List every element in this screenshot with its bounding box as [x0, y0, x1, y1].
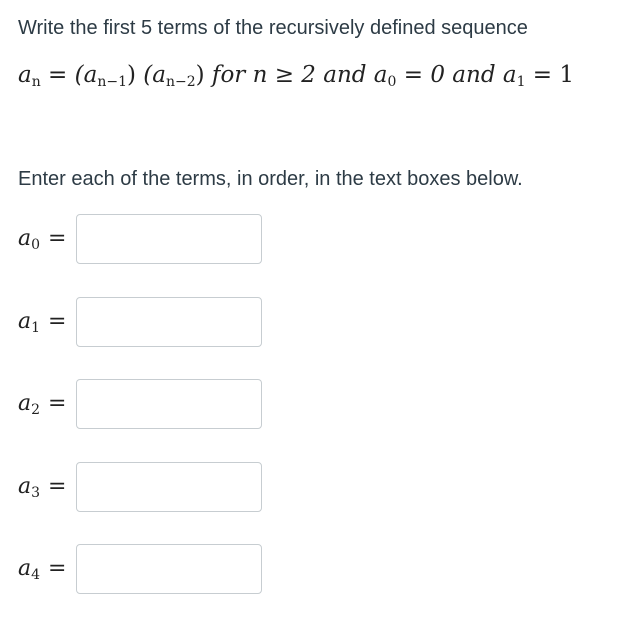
sequence-formula: an = (an−1) (an−2) for n ≥ 2 and a0 = 0 … — [18, 62, 575, 90]
term-a3-input[interactable] — [76, 462, 262, 512]
answer-row-a3: a3 = — [18, 461, 262, 513]
answer-row-a4: a4 = — [18, 543, 262, 595]
answer-row-a2: a2 = — [18, 378, 262, 430]
term-a4-input[interactable] — [76, 544, 262, 594]
term-label: a1 = — [18, 308, 67, 336]
term-a2-input[interactable] — [76, 379, 262, 429]
term-a1-input[interactable] — [76, 297, 262, 347]
instruction-text: Enter each of the terms, in order, in th… — [18, 168, 523, 190]
term-a0-input[interactable] — [76, 214, 262, 264]
answer-row-a1: a1 = — [18, 296, 262, 348]
question-title: Write the first 5 terms of the recursive… — [18, 17, 528, 39]
term-label: a0 = — [18, 225, 67, 253]
term-label: a4 = — [18, 555, 67, 583]
answer-row-a0: a0 = — [18, 213, 262, 265]
term-label: a2 = — [18, 390, 67, 418]
term-label: a3 = — [18, 473, 67, 501]
